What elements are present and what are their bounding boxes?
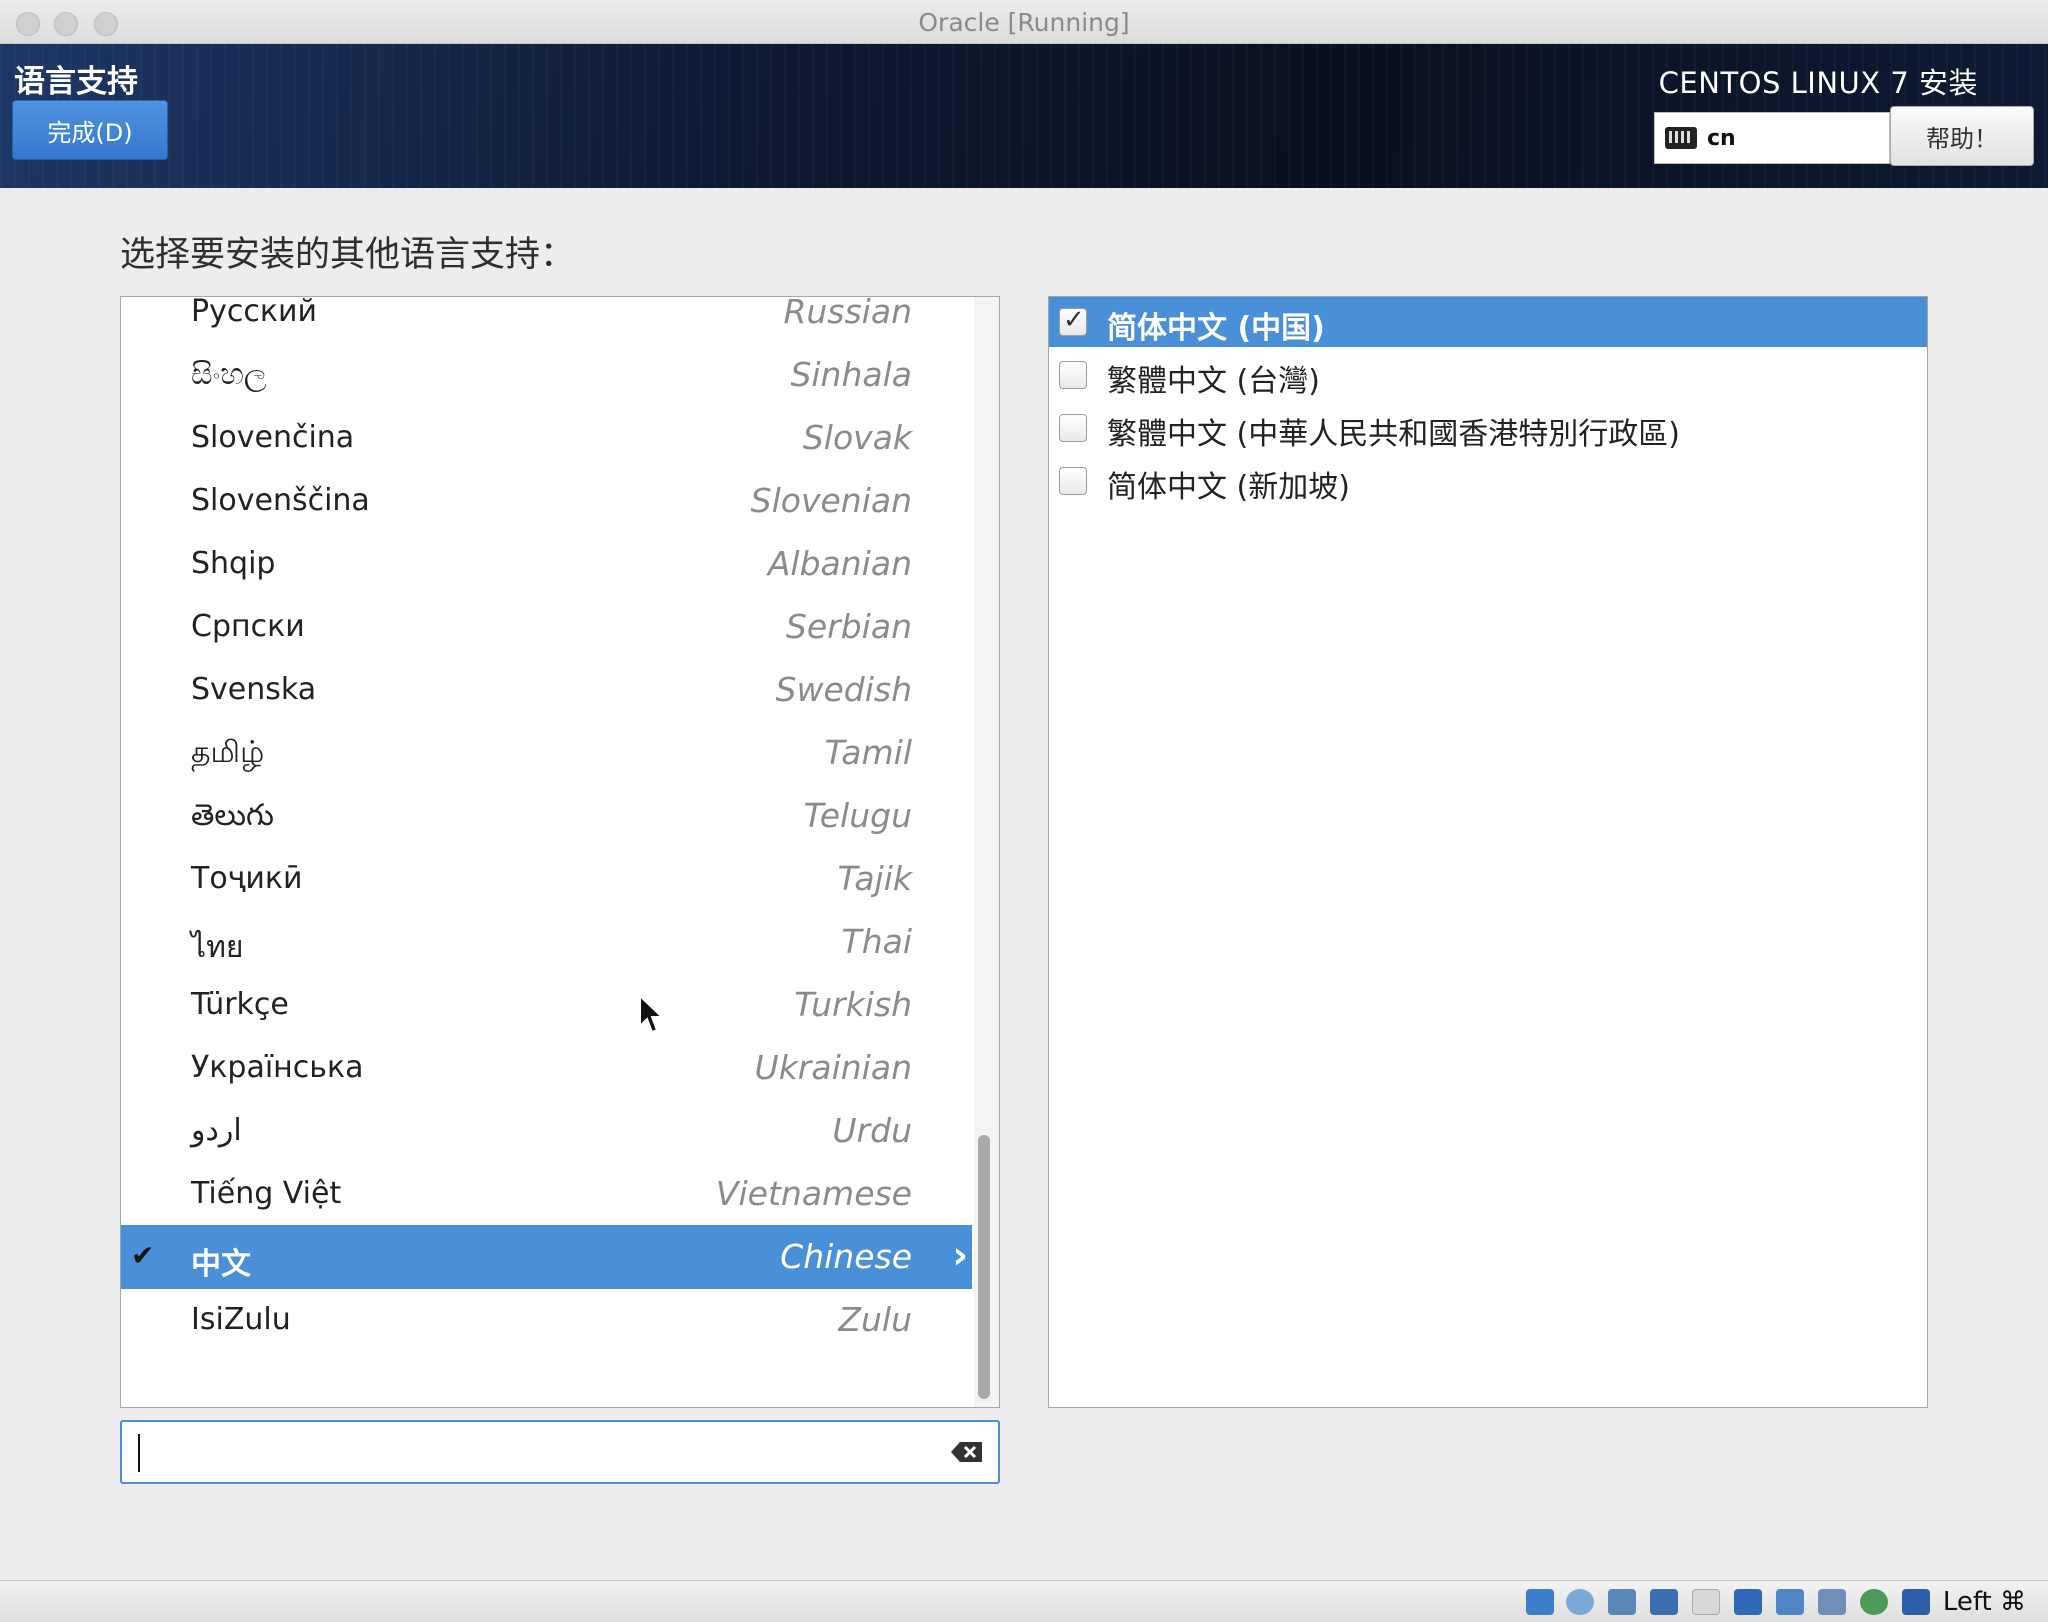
locale-row[interactable]: 简体中文 (新加坡)	[1049, 456, 1927, 506]
language-native-name: සිංහල	[191, 357, 267, 392]
language-english-name: Serbian	[785, 607, 912, 646]
language-native-name: Türkçe	[191, 987, 289, 1022]
window-title: Oracle [Running]	[918, 8, 1130, 37]
locale-checkbox[interactable]	[1059, 414, 1087, 442]
spoke-title: 语言支持	[14, 64, 138, 100]
language-native-name: Українська	[191, 1050, 364, 1085]
language-row[interactable]: Slovenčina Slovak	[121, 406, 972, 470]
locale-list[interactable]: 简体中文 (中国) 繁體中文 (台灣) 繁體中文 (中華人民共和國香港特別行政區) 简…	[1048, 296, 1928, 1408]
audio-icon[interactable]	[1608, 1589, 1636, 1615]
mouse-pointer-icon	[639, 994, 665, 1034]
language-english-name: Swedish	[775, 670, 912, 709]
locale-label: 简体中文 (中国)	[1107, 311, 1325, 346]
language-row[interactable]: Türkçe Turkish	[121, 973, 972, 1037]
language-english-name: Urdu	[832, 1111, 912, 1150]
locale-row[interactable]: 繁體中文 (台灣)	[1049, 350, 1927, 400]
language-search-field[interactable]	[120, 1420, 1000, 1484]
language-native-name: Тоҷикӣ	[191, 861, 303, 896]
language-english-name: Sinhala	[790, 355, 912, 394]
language-english-name: Tamil	[824, 733, 912, 772]
language-row[interactable]: اردو Urdu	[121, 1099, 972, 1163]
language-english-name: Zulu	[838, 1300, 912, 1339]
language-english-name: Tajik	[837, 859, 912, 898]
locale-checkbox[interactable]	[1059, 361, 1087, 389]
locale-label: 简体中文 (新加坡)	[1107, 470, 1350, 505]
language-english-name: Chinese	[780, 1237, 912, 1276]
language-row[interactable]: Tiếng Việt Vietnamese	[121, 1162, 972, 1226]
display-icon[interactable]	[1776, 1589, 1804, 1615]
cpu-icon[interactable]	[1860, 1589, 1888, 1615]
language-row[interactable]: Slovenščina Slovenian	[121, 469, 972, 533]
language-row[interactable]: IsiZulu Zulu	[121, 1288, 972, 1352]
language-native-name: اردو	[191, 1113, 242, 1148]
installer-header: 语言支持 完成(D) CENTOS LINUX 7 安装 cn 帮助！	[0, 44, 2048, 188]
language-row[interactable]: తెలుగు Telugu	[121, 784, 972, 848]
vm-statusbar: Left ⌘	[0, 1580, 2048, 1622]
locale-checkbox[interactable]	[1059, 305, 1087, 336]
product-title: CENTOS LINUX 7 安装	[1658, 66, 1978, 100]
language-native-name: IsiZulu	[191, 1302, 291, 1337]
language-row[interactable]: Українська Ukrainian	[121, 1036, 972, 1100]
chevron-right-icon: ›	[952, 1233, 968, 1277]
language-english-name: Albanian	[767, 544, 912, 583]
language-native-name: Slovenščina	[191, 483, 370, 518]
language-native-name: ไทย	[191, 930, 244, 965]
language-native-name: Српски	[191, 609, 305, 644]
locale-row[interactable]: 简体中文 (中国)	[1049, 297, 1927, 347]
language-english-name: Ukrainian	[754, 1048, 912, 1087]
language-native-name: 中文	[191, 1247, 251, 1282]
done-button[interactable]: 完成(D)	[12, 100, 168, 160]
language-list-scrollbar-thumb[interactable]	[978, 1135, 990, 1399]
language-row[interactable]: Тоҷикӣ Tajik	[121, 847, 972, 911]
language-row[interactable]: ✔ 中文 Chinese ›	[121, 1225, 972, 1289]
locale-label: 繁體中文 (台灣)	[1107, 364, 1320, 399]
hard-disk-icon[interactable]	[1526, 1589, 1554, 1615]
language-native-name: தமிழ்	[191, 735, 265, 770]
language-row[interactable]: සිංහල Sinhala	[121, 343, 972, 407]
shared-folders-icon[interactable]	[1734, 1589, 1762, 1615]
keyboard-layout-indicator[interactable]: cn	[1654, 112, 1890, 164]
language-english-name: Russian	[783, 296, 912, 331]
language-native-name: తెలుగు	[191, 798, 274, 833]
language-row[interactable]: தமிழ் Tamil	[121, 721, 972, 785]
window-titlebar: Oracle [Running]	[0, 0, 2048, 44]
network-icon[interactable]	[1650, 1589, 1678, 1615]
language-english-name: Turkish	[794, 985, 912, 1024]
optical-drive-icon[interactable]	[1566, 1589, 1594, 1615]
language-english-name: Telugu	[803, 796, 912, 835]
language-english-name: Slovenian	[750, 481, 912, 520]
language-native-name: Svenska	[191, 672, 317, 707]
video-capture-icon[interactable]	[1818, 1589, 1846, 1615]
language-native-name: Shqip	[191, 546, 276, 581]
language-native-name: Slovenčina	[191, 420, 355, 455]
language-native-name: Tiếng Việt	[191, 1176, 342, 1211]
language-row[interactable]: Svenska Swedish	[121, 658, 972, 722]
language-search-input[interactable]	[134, 1430, 934, 1474]
host-key-label: Left ⌘	[1942, 1587, 2026, 1617]
language-list[interactable]: IsiZulu Zulu ✔ 中文 Chinese › Tiếng Việt Vietname…	[120, 296, 1000, 1408]
language-row[interactable]: Shqip Albanian	[121, 532, 972, 596]
language-row[interactable]: Русский Russian	[121, 296, 972, 344]
mouse-integration-icon[interactable]	[1902, 1589, 1930, 1615]
keyboard-icon	[1665, 127, 1697, 149]
language-native-name: Русский	[191, 296, 317, 329]
language-english-name: Slovak	[802, 418, 912, 457]
language-english-name: Vietnamese	[715, 1174, 912, 1213]
language-row[interactable]: ไทย Thai	[121, 910, 972, 974]
usb-icon[interactable]	[1692, 1589, 1720, 1615]
locale-label: 繁體中文 (中華人民共和國香港特別行政區)	[1107, 417, 1680, 452]
locale-row[interactable]: 繁體中文 (中華人民共和國香港特別行政區)	[1049, 403, 1927, 453]
page-prompt: 选择要安装的其他语言支持：	[120, 235, 576, 275]
language-row[interactable]: Српски Serbian	[121, 595, 972, 659]
language-english-name: Thai	[841, 922, 912, 961]
checkmark-icon: ✔	[131, 1239, 155, 1272]
clear-search-icon[interactable]	[950, 1440, 984, 1464]
help-button[interactable]: 帮助！	[1890, 106, 2034, 166]
locale-checkbox[interactable]	[1059, 467, 1087, 495]
text-caret	[138, 1434, 140, 1472]
keyboard-layout-label: cn	[1707, 125, 1736, 151]
